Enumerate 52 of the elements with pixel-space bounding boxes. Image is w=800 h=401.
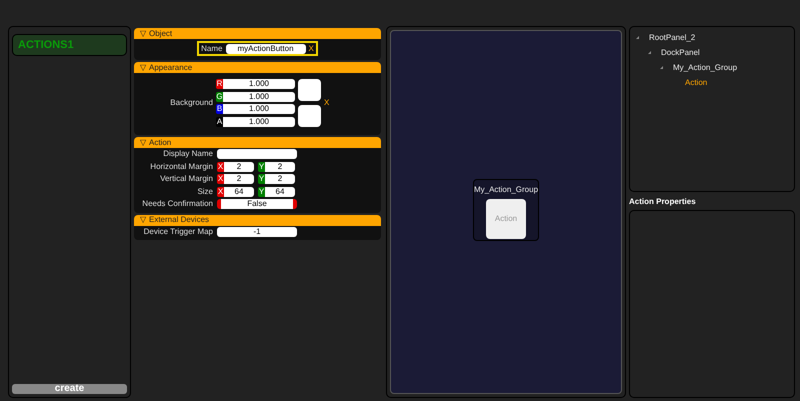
axis-tag: G xyxy=(216,92,223,102)
axis-tag: Y xyxy=(258,162,265,172)
axis-tag: R xyxy=(216,79,223,90)
input-field[interactable]: 2 xyxy=(265,174,295,184)
axis-tag: X xyxy=(217,174,224,184)
input-field[interactable]: 1.000 xyxy=(223,79,295,90)
input-field[interactable]: 1.000 xyxy=(223,92,295,102)
section-header[interactable]: ▽ External Devices xyxy=(134,214,381,226)
tree-item[interactable]: Action xyxy=(685,76,708,88)
input-field[interactable]: 2 xyxy=(265,162,295,172)
section-header[interactable]: ▽ Appearance xyxy=(134,62,381,73)
tree-item[interactable]: My_Action_Group xyxy=(673,62,738,74)
tree-item[interactable]: DockPanel xyxy=(661,46,700,58)
axis-tag: B xyxy=(216,104,223,114)
axis-tag: A xyxy=(216,116,223,127)
input-field[interactable]: 1.000 xyxy=(223,116,295,127)
expand-triangle-icon[interactable] xyxy=(636,36,639,39)
field-label: Name xyxy=(201,42,222,54)
axis-tag: X xyxy=(217,162,224,172)
input-field[interactable]: 64 xyxy=(265,186,295,197)
color-swatch[interactable] xyxy=(298,105,321,127)
input-field[interactable]: 2 xyxy=(224,174,254,184)
input-field[interactable] xyxy=(217,149,297,160)
clear-button[interactable]: X xyxy=(324,97,330,109)
axis-tag: Y xyxy=(258,186,265,197)
field-label: Display Name xyxy=(162,148,213,160)
field-label: Size xyxy=(196,186,213,198)
input-field[interactable]: 1.000 xyxy=(223,104,295,114)
expand-triangle-icon[interactable] xyxy=(648,51,651,54)
axis-tag: Y xyxy=(258,174,265,184)
create-button[interactable]: create xyxy=(12,384,127,394)
input-field[interactable]: myActionButton xyxy=(226,44,306,54)
input-field[interactable]: 64 xyxy=(224,186,254,197)
properties-title: Action Properties xyxy=(629,196,697,208)
axis-tag: X xyxy=(217,186,224,197)
actions-header: ACTIONS1 xyxy=(12,34,127,56)
field-label: Horizontal Margin xyxy=(149,160,213,173)
expand-triangle-icon[interactable] xyxy=(660,66,663,69)
toggle-field[interactable]: False xyxy=(217,199,297,210)
input-field[interactable]: -1 xyxy=(217,226,297,237)
tree-item[interactable]: RootPanel_2 xyxy=(649,32,696,44)
group-title: My_Action_Group xyxy=(474,184,538,196)
input-field[interactable]: 2 xyxy=(224,162,254,172)
field-label: Needs Confirmation xyxy=(141,198,213,210)
clear-button[interactable]: X xyxy=(308,42,314,54)
section-header[interactable]: ▽ Action xyxy=(134,137,381,148)
field-label: Device Trigger Map xyxy=(142,226,213,238)
field-label: Vertical Margin xyxy=(159,173,213,186)
section-header[interactable]: ▽ Object xyxy=(134,28,381,39)
color-swatch[interactable] xyxy=(298,79,321,101)
field-label: Background xyxy=(169,97,213,109)
action-group[interactable]: My_Action_Group Action xyxy=(473,178,539,240)
